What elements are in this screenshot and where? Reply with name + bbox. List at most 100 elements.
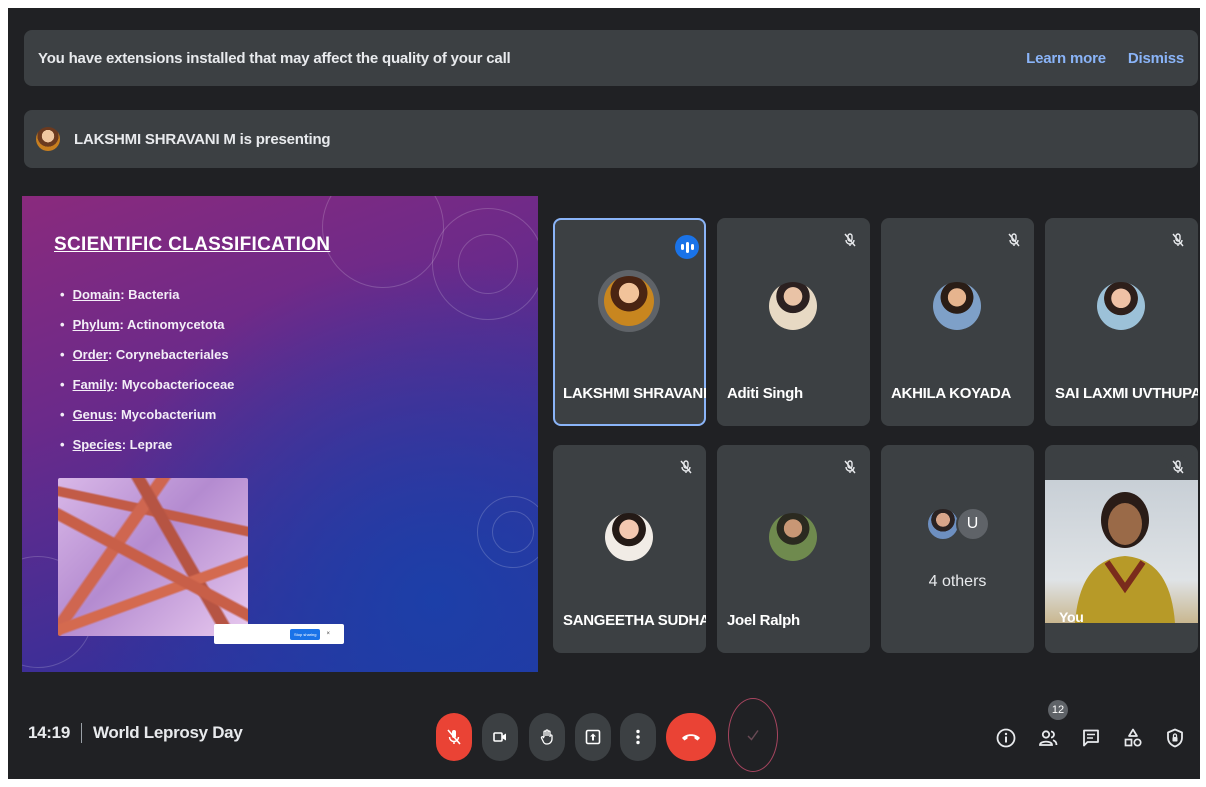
meeting-details: 14:19 World Leprosy Day <box>28 723 243 743</box>
list-item-value: : Mycobacterioceae <box>113 377 235 392</box>
people-button[interactable] <box>1035 725 1061 751</box>
list-item: Genus: Mycobacterium <box>60 404 234 434</box>
activity-indicator <box>728 698 778 772</box>
avatar <box>933 282 981 330</box>
camera-icon <box>493 732 506 742</box>
mic-off-icon <box>838 228 862 252</box>
participant-name: SAI LAXMI UVTHUPA... <box>1055 385 1198 402</box>
mic-off-icon <box>1166 228 1190 252</box>
slide-decoration <box>492 511 534 553</box>
present-screen-button[interactable] <box>575 713 611 761</box>
meeting-title: World Leprosy Day <box>92 723 243 742</box>
self-video <box>1045 480 1198 623</box>
list-item-value: : Bacteria <box>120 287 180 302</box>
list-item-key: Phylum <box>72 317 120 332</box>
camera-toggle-button[interactable] <box>482 713 518 761</box>
presenting-text: LAKSHMI SHRAVANI M is presenting <box>74 130 331 148</box>
presentation-screen: SCIENTIFIC CLASSIFICATION Domain: Bacter… <box>22 196 538 672</box>
mic-off-icon <box>447 729 461 745</box>
list-item-key: Domain <box>72 287 121 302</box>
avatar <box>769 282 817 330</box>
present-icon <box>585 729 601 745</box>
participant-count-badge: 12 <box>1048 700 1068 720</box>
chat-icon <box>1083 729 1099 747</box>
end-call-icon <box>682 734 700 741</box>
mic-off-icon <box>1166 455 1190 479</box>
banner-message: You have extensions installed that may a… <box>38 49 511 67</box>
more-options-icon <box>636 729 640 745</box>
list-item-value: : Leprae <box>121 437 173 452</box>
raise-hand-icon <box>540 729 553 745</box>
presenter-avatar <box>36 127 60 151</box>
participant-tile[interactable]: SAI LAXMI UVTHUPA... <box>1045 218 1198 426</box>
share-bar-text <box>217 632 287 637</box>
more-options-button[interactable] <box>620 713 656 761</box>
meet-window: You have extensions installed that may a… <box>8 8 1200 779</box>
banner-actions: Learn more Dismiss <box>1026 50 1184 67</box>
list-item-key: Family <box>72 377 114 392</box>
bacteria-image <box>58 478 248 636</box>
screen-share-bar: Stop sharing × <box>214 624 344 644</box>
avatar <box>604 276 654 326</box>
list-item: Domain: Bacteria <box>60 284 234 314</box>
meeting-details-button[interactable] <box>993 725 1019 751</box>
learn-more-link[interactable]: Learn more <box>1026 50 1106 67</box>
presenting-bar: LAKSHMI SHRAVANI M is presenting <box>24 110 1198 168</box>
participant-name: LAKSHMI SHRAVANI M <box>563 385 706 402</box>
list-item-key: Order <box>72 347 108 362</box>
activities-icon <box>1124 728 1142 747</box>
participant-name: Aditi Singh <box>727 385 803 402</box>
avatar <box>769 513 817 561</box>
participant-tile[interactable]: LAKSHMI SHRAVANI M <box>553 218 706 426</box>
dismiss-button[interactable]: Dismiss <box>1128 50 1184 67</box>
avatar <box>1097 282 1145 330</box>
list-item-key: Species <box>72 437 122 452</box>
check-icon <box>747 730 759 741</box>
slide-decoration <box>322 196 444 288</box>
list-item: Phylum: Actinomycetota <box>60 314 234 344</box>
people-icon <box>1039 730 1058 746</box>
self-label: You <box>1059 609 1084 625</box>
participant-name: Joel Ralph <box>727 612 800 629</box>
participant-tile[interactable]: Joel Ralph <box>717 445 870 653</box>
list-item: Order: Corynebacteriales <box>60 344 234 374</box>
slide-decoration <box>458 234 518 294</box>
participant-tile[interactable]: Aditi Singh <box>717 218 870 426</box>
leave-call-button[interactable] <box>666 713 716 761</box>
microphone-toggle-button[interactable] <box>436 713 472 761</box>
slide-title: SCIENTIFIC CLASSIFICATION <box>54 234 331 255</box>
participant-tile[interactable]: AKHILA KOYADA <box>881 218 1034 426</box>
participant-name: AKHILA KOYADA <box>891 385 1011 402</box>
list-item-value: : Corynebacteriales <box>107 347 229 362</box>
clock-time: 14:19 <box>28 723 70 742</box>
host-controls-button[interactable] <box>1162 725 1188 751</box>
others-tile[interactable]: U 4 others <box>881 445 1034 653</box>
list-item: Family: Mycobacterioceae <box>60 374 235 404</box>
participant-tile[interactable]: SANGEETHA SUDHA ... <box>553 445 706 653</box>
host-controls-icon <box>1167 728 1183 748</box>
others-count-label: 4 others <box>928 573 987 590</box>
avatar-initial: U <box>955 507 990 541</box>
classification-list: Domain: Bacteria Phylum: Actinomycetota … <box>60 284 235 464</box>
mic-off-icon <box>838 455 862 479</box>
avatar <box>925 507 960 541</box>
activities-button[interactable] <box>1120 725 1146 751</box>
list-item: Species: Leprae <box>60 434 234 464</box>
list-item-key: Genus <box>72 407 114 422</box>
stop-sharing-button[interactable]: Stop sharing <box>290 628 321 640</box>
extensions-warning-banner: You have extensions installed that may a… <box>24 30 1198 86</box>
mic-off-icon <box>1002 228 1026 252</box>
participant-name: SANGEETHA SUDHA ... <box>563 612 706 629</box>
raise-hand-button[interactable] <box>529 713 565 761</box>
self-view-tile[interactable]: You <box>1045 445 1198 653</box>
others-avatars: U <box>881 507 1034 541</box>
list-item-value: : Actinomycetota <box>119 317 225 332</box>
hide-button[interactable]: × <box>326 631 330 637</box>
avatar <box>605 513 653 561</box>
chat-button[interactable] <box>1078 725 1104 751</box>
speaking-indicator-icon <box>675 235 699 259</box>
mic-off-icon <box>674 455 698 479</box>
divider <box>80 723 82 743</box>
info-icon <box>996 728 1016 748</box>
self-video-figure <box>1075 492 1175 623</box>
